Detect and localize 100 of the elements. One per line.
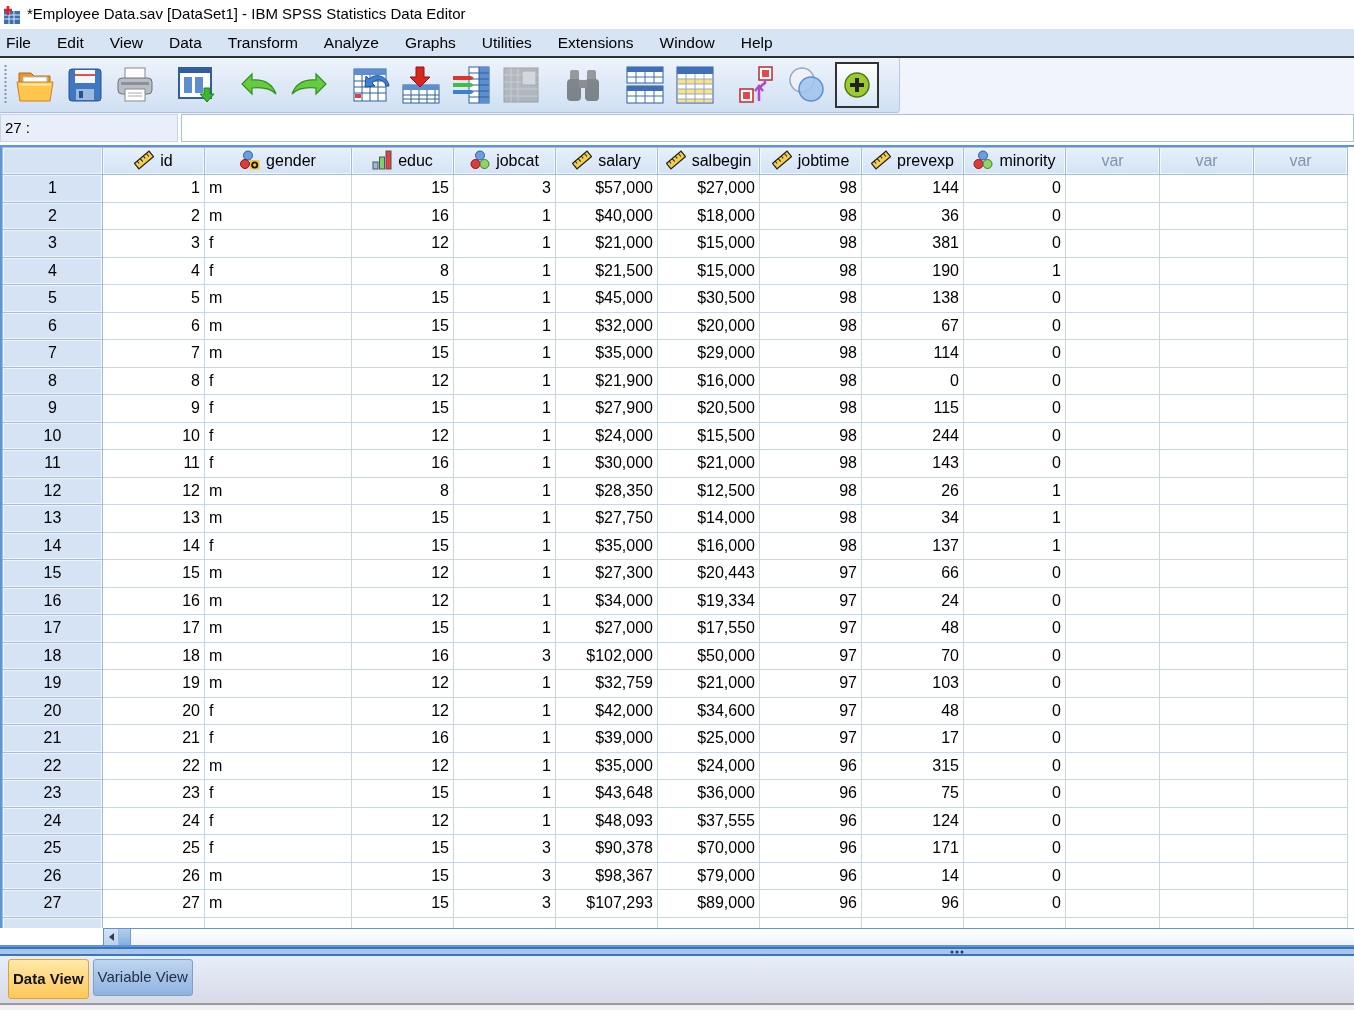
row-header[interactable]: 8 bbox=[2, 367, 103, 395]
row-header[interactable]: 18 bbox=[2, 642, 103, 670]
table-cell: $79,000 bbox=[657, 862, 760, 890]
tab[interactable]: Variable View bbox=[92, 959, 193, 996]
table-cell: 0 bbox=[963, 642, 1066, 670]
window-title: *Employee Data.sav [DataSet1] - IBM SPSS Statistics Data Editor bbox=[27, 4, 466, 25]
row-header[interactable]: 5 bbox=[2, 284, 103, 312]
table-cell: 97 bbox=[759, 614, 862, 642]
table-cell: 14 bbox=[102, 532, 205, 560]
row-header[interactable]: 7 bbox=[2, 339, 103, 367]
row-header[interactable]: 22 bbox=[2, 752, 103, 780]
table-cell: 97 bbox=[759, 559, 862, 587]
row-header[interactable]: 23 bbox=[2, 779, 103, 807]
scroll-left-button[interactable] bbox=[104, 929, 119, 945]
table-cell: 1 bbox=[963, 504, 1066, 532]
scrollbar-thumb[interactable] bbox=[119, 929, 131, 945]
table-cell: 16 bbox=[351, 449, 454, 477]
menu-item[interactable]: Window bbox=[646, 29, 728, 56]
table-cell: 6 bbox=[102, 312, 205, 340]
menu-item[interactable]: Transform bbox=[214, 29, 311, 56]
table-cell: f bbox=[204, 422, 352, 450]
row-header[interactable]: 17 bbox=[2, 614, 103, 642]
row-header[interactable]: 4 bbox=[2, 257, 103, 285]
menu-item[interactable]: Data bbox=[156, 29, 215, 56]
table-cell: 15 bbox=[351, 834, 454, 862]
row-header[interactable]: 2 bbox=[2, 202, 103, 230]
table-cell: 16 bbox=[351, 724, 454, 752]
table-cell: $39,000 bbox=[555, 724, 658, 752]
table-cell: 1 bbox=[453, 422, 556, 450]
table-cell: $21,000 bbox=[555, 229, 658, 257]
row-header[interactable]: 3 bbox=[2, 229, 103, 257]
row-header[interactable]: 24 bbox=[2, 807, 103, 835]
row-header[interactable]: 9 bbox=[2, 394, 103, 422]
table-cell: $43,648 bbox=[555, 779, 658, 807]
table-cell: 15 bbox=[102, 559, 205, 587]
menu-item[interactable]: File bbox=[0, 29, 44, 56]
row-header[interactable]: 16 bbox=[2, 587, 103, 615]
table-cell: 15 bbox=[351, 532, 454, 560]
table-cell: 98 bbox=[759, 422, 862, 450]
row-header[interactable]: 27 bbox=[2, 889, 103, 917]
row-header[interactable]: 14 bbox=[2, 532, 103, 560]
table-cell: 48 bbox=[861, 697, 964, 725]
table-cell: 0 bbox=[963, 559, 1066, 587]
row-header[interactable]: 1 bbox=[2, 174, 103, 202]
row-header[interactable]: 13 bbox=[2, 504, 103, 532]
column-header[interactable]: id bbox=[102, 147, 205, 175]
table-cell: 12 bbox=[351, 587, 454, 615]
table-cell: 97 bbox=[759, 724, 862, 752]
table-cell: f bbox=[204, 807, 352, 835]
table-cell: 0 bbox=[963, 367, 1066, 395]
table-cell: 98 bbox=[759, 394, 862, 422]
table-cell: 12 bbox=[102, 477, 205, 505]
column-header[interactable]: minority bbox=[963, 147, 1066, 175]
table-cell: $34,600 bbox=[657, 697, 760, 725]
menu-item[interactable]: Help bbox=[727, 29, 786, 56]
table-cell: 98 bbox=[759, 174, 862, 202]
row-header[interactable]: 26 bbox=[2, 862, 103, 890]
menu-item[interactable]: Graphs bbox=[392, 29, 469, 56]
column-header[interactable]: jobcat bbox=[453, 147, 556, 175]
splitter-handle[interactable] bbox=[0, 947, 1354, 956]
table-cell: $98,367 bbox=[555, 862, 658, 890]
window-arrow-icon bbox=[177, 65, 217, 105]
table-cell: 15 bbox=[351, 394, 454, 422]
menu-item[interactable]: Analyze bbox=[310, 29, 392, 56]
menu-item[interactable]: Edit bbox=[44, 29, 97, 56]
row-header[interactable]: 15 bbox=[2, 559, 103, 587]
table-cell: 103 bbox=[861, 669, 964, 697]
row-header[interactable]: 11 bbox=[2, 449, 103, 477]
row-header[interactable]: 21 bbox=[2, 724, 103, 752]
table-cell: 10 bbox=[102, 422, 205, 450]
table-cell: m bbox=[204, 752, 352, 780]
column-header[interactable]: educ bbox=[351, 147, 454, 175]
table-cell: $20,443 bbox=[657, 559, 760, 587]
table-cell: m bbox=[204, 284, 352, 312]
column-header[interactable]: salary bbox=[555, 147, 658, 175]
menu-item[interactable]: Extensions bbox=[544, 29, 647, 56]
cell-editor-field[interactable] bbox=[181, 114, 1354, 142]
row-header[interactable]: 20 bbox=[2, 697, 103, 725]
column-header[interactable]: salbegin bbox=[657, 147, 760, 175]
row-header[interactable]: 19 bbox=[2, 669, 103, 697]
column-header[interactable]: jobtime bbox=[759, 147, 862, 175]
table-cell: 1 bbox=[963, 532, 1066, 560]
row-header[interactable]: 12 bbox=[2, 477, 103, 505]
menu-item[interactable]: View bbox=[96, 29, 157, 56]
menu-item[interactable]: Utilities bbox=[468, 29, 545, 56]
table-cell: 7 bbox=[102, 339, 205, 367]
horizontal-scrollbar[interactable] bbox=[103, 928, 1354, 945]
table-cell: m bbox=[204, 669, 352, 697]
table-cell: $48,093 bbox=[555, 807, 658, 835]
row-header[interactable]: 6 bbox=[2, 312, 103, 340]
row-header[interactable]: 10 bbox=[2, 422, 103, 450]
table-cell: $20,000 bbox=[657, 312, 760, 340]
table-cell: $24,000 bbox=[657, 752, 760, 780]
table-cell: 1 bbox=[453, 202, 556, 230]
column-header[interactable]: prevexp bbox=[861, 147, 964, 175]
tab[interactable]: Data View bbox=[8, 959, 89, 999]
column-header[interactable]: gender bbox=[204, 147, 352, 175]
table-cell: $90,378 bbox=[555, 834, 658, 862]
extension-button[interactable] bbox=[835, 62, 879, 108]
row-header[interactable]: 25 bbox=[2, 834, 103, 862]
